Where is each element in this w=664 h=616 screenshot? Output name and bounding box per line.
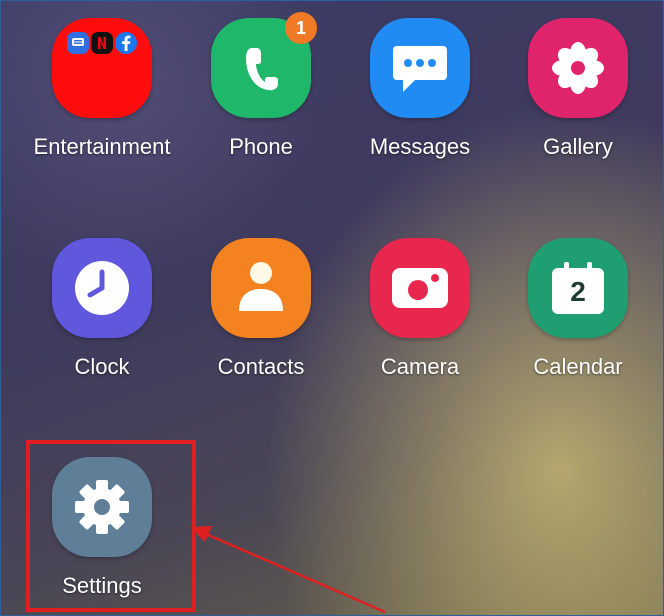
annotation-arrow <box>190 526 386 614</box>
